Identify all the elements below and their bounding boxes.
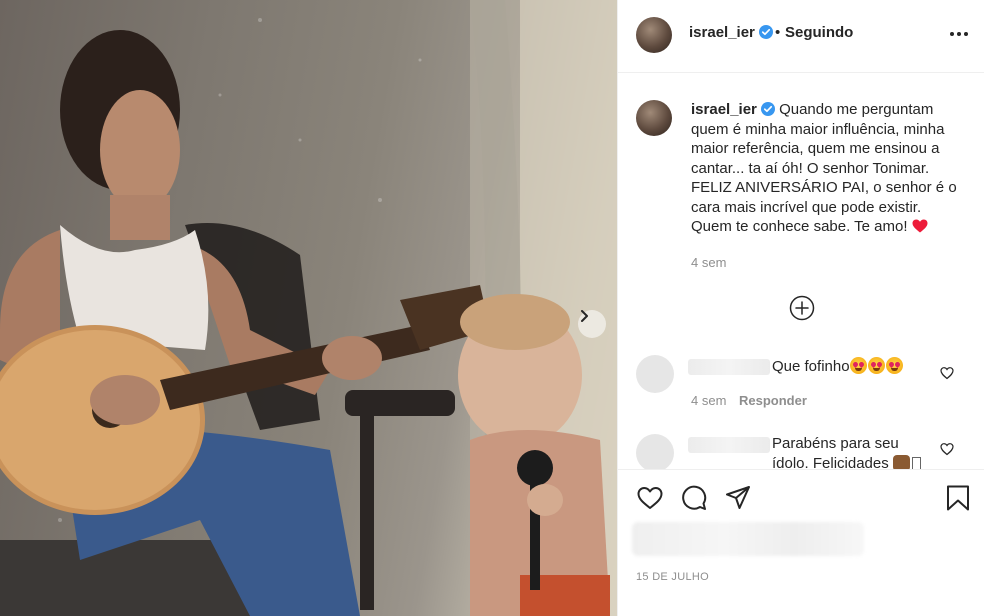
comment-timestamp[interactable]: 4 sem bbox=[691, 393, 726, 408]
post-caption: israel_ier Quando me perguntam quem é mi… bbox=[691, 100, 961, 237]
heart-eyes-emoji-icon bbox=[867, 357, 885, 374]
chevron-right-icon bbox=[581, 310, 588, 322]
commenter-avatar[interactable] bbox=[636, 355, 674, 393]
comment-like-icon[interactable] bbox=[940, 366, 954, 380]
comments-section: israel_ier Quando me perguntam quem é mi… bbox=[618, 74, 984, 469]
comment-like-icon[interactable] bbox=[940, 442, 954, 456]
reply-button[interactable]: Responder bbox=[739, 393, 807, 408]
post-photo[interactable] bbox=[0, 0, 617, 616]
author-avatar[interactable] bbox=[636, 17, 672, 53]
comment-text: Parabéns para seu ídolo. Felicidades bbox=[772, 434, 922, 469]
verified-badge-icon bbox=[758, 25, 773, 39]
comment-text: Que fofinho bbox=[772, 357, 932, 377]
verified-badge-icon bbox=[760, 102, 775, 116]
load-more-icon[interactable] bbox=[789, 295, 815, 321]
caption-username[interactable]: israel_ier bbox=[691, 101, 757, 118]
red-heart-emoji-icon bbox=[912, 219, 928, 233]
carousel-next-button[interactable] bbox=[578, 310, 606, 338]
share-icon[interactable] bbox=[724, 484, 752, 512]
commenter-avatar[interactable] bbox=[636, 434, 674, 469]
photo-illustration bbox=[0, 0, 617, 616]
post-actions: 15 DE JULHO bbox=[618, 469, 984, 616]
author-username[interactable]: israel_ier bbox=[689, 24, 755, 41]
save-icon[interactable] bbox=[944, 484, 972, 512]
post-sidebar: israel_ier • Seguindo israel_ier Quando … bbox=[617, 0, 984, 616]
more-options-icon[interactable] bbox=[948, 26, 970, 42]
heart-eyes-emoji-icon bbox=[849, 357, 867, 374]
post-date[interactable]: 15 DE JULHO bbox=[636, 571, 709, 583]
like-icon[interactable] bbox=[636, 484, 664, 512]
separator-dot: • bbox=[775, 24, 781, 41]
follow-status-button[interactable]: Seguindo bbox=[785, 24, 853, 41]
caption-timestamp[interactable]: 4 sem bbox=[691, 255, 726, 270]
likes-count-blurred[interactable] bbox=[632, 522, 864, 556]
heart-eyes-emoji-icon bbox=[885, 357, 903, 374]
caption-avatar[interactable] bbox=[636, 100, 672, 136]
sign-emoji-icon bbox=[892, 455, 910, 469]
commenter-username-blurred[interactable] bbox=[688, 437, 770, 453]
post-header: israel_ier • Seguindo bbox=[618, 0, 984, 73]
caption-text: Quando me perguntam quem é minha maior i… bbox=[691, 101, 957, 235]
commenter-username-blurred[interactable] bbox=[688, 359, 770, 375]
comment-icon[interactable] bbox=[680, 484, 708, 512]
